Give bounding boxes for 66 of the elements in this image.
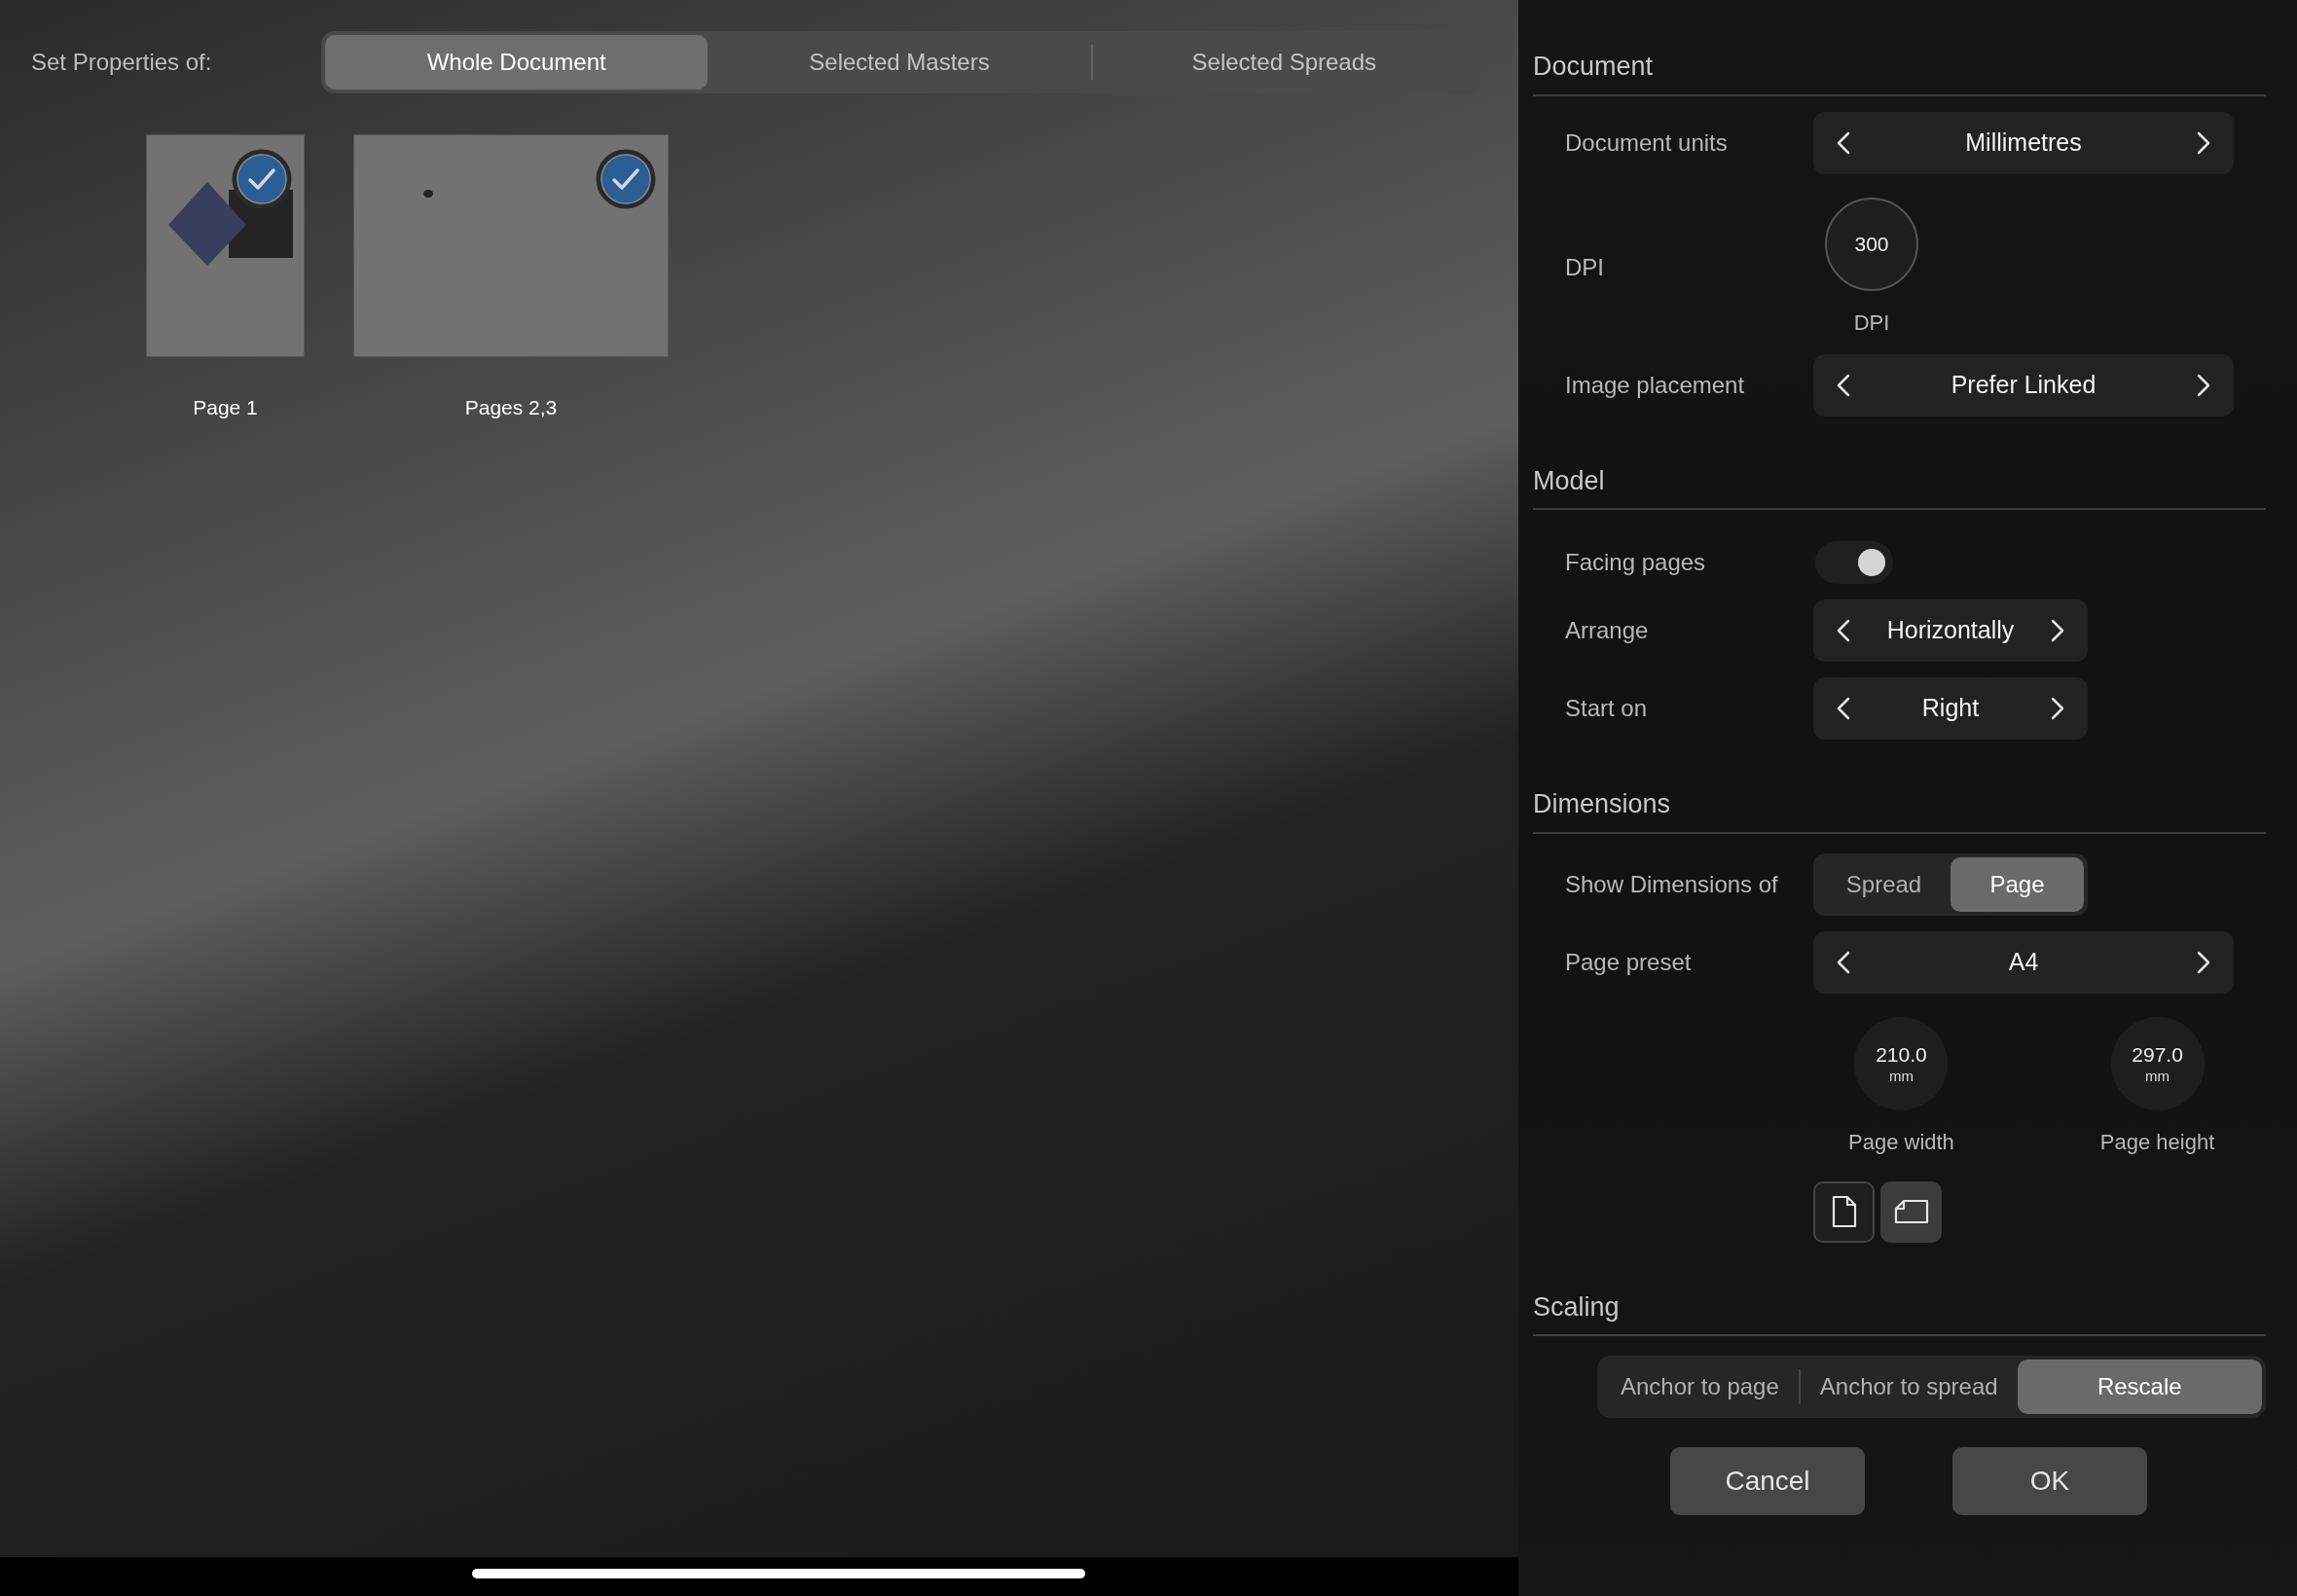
toggle-switch[interactable] <box>1815 541 1893 584</box>
segment-option[interactable]: Selected Masters <box>708 35 1091 90</box>
value-stepper[interactable]: Millimetres <box>1813 111 2234 174</box>
chevron-left-icon[interactable] <box>1837 130 1850 155</box>
properties-label: Set Properties of: <box>31 48 213 77</box>
row-label: Start on <box>1565 694 1649 723</box>
value-dial[interactable]: 210.0 mm <box>1854 1016 1949 1110</box>
dial-unit: mm <box>1888 1068 1914 1083</box>
chevron-right-icon[interactable] <box>2051 697 2064 720</box>
row-label: Facing pages <box>1565 548 1707 577</box>
chevron-right-icon[interactable] <box>2197 373 2210 397</box>
ok-button[interactable]: OK <box>1952 1447 2147 1515</box>
row-label: Arrange <box>1565 616 1650 645</box>
thumbnail-label: Pages 2,3 <box>464 395 558 420</box>
value-stepper[interactable]: Right <box>1813 677 2088 740</box>
dial-value: 297.0 <box>2132 1043 2183 1065</box>
dial-value: 210.0 <box>1876 1043 1927 1065</box>
page-thumbnail[interactable] <box>146 134 305 357</box>
dial-unit: mm <box>2145 1068 2170 1083</box>
segment-option[interactable]: Rescale <box>2017 1360 2262 1414</box>
section-heading: Dimensions <box>1533 789 1671 818</box>
dot-drawing <box>422 189 434 199</box>
chevron-right-icon[interactable] <box>2051 619 2064 642</box>
dial-caption: Page height <box>2099 1128 2215 1156</box>
value-stepper[interactable]: A4 <box>1813 930 2234 994</box>
chevron-left-icon[interactable] <box>1837 697 1850 720</box>
row-label: Page preset <box>1565 947 1693 977</box>
chevron-left-icon[interactable] <box>1837 619 1850 642</box>
row-label: DPI <box>1565 253 1605 282</box>
chevron-left-icon[interactable] <box>1837 950 1850 974</box>
value-stepper[interactable]: Horizontally <box>1813 599 2088 662</box>
segment-option[interactable]: Whole Document <box>325 35 709 90</box>
stepper-value: Right <box>1921 693 1980 724</box>
checkmark-badge-icon[interactable] <box>232 149 292 209</box>
checkmark-badge-icon[interactable] <box>596 149 656 209</box>
segment-option[interactable]: Selected Spreads <box>1092 35 1476 90</box>
landscape-page-icon <box>1893 1199 1929 1224</box>
segment-option[interactable]: Anchor to page <box>1601 1360 1799 1414</box>
segment-option[interactable]: Anchor to spread <box>1800 1360 2018 1414</box>
segment-option[interactable]: Spread <box>1817 856 1951 912</box>
dial-caption: DPI <box>1853 308 1890 337</box>
page-thumbnail[interactable] <box>353 134 669 357</box>
row-label: Document units <box>1565 127 1729 158</box>
dial-value: 300 <box>1854 234 1889 254</box>
value-stepper[interactable]: Prefer Linked <box>1813 353 2234 417</box>
landscape-button[interactable] <box>1880 1180 1942 1243</box>
value-dial[interactable]: 297.0 mm <box>2110 1016 2205 1110</box>
value-dial[interactable]: 300 <box>1825 197 1918 291</box>
chevron-right-icon[interactable] <box>2197 130 2210 155</box>
portrait-button[interactable] <box>1813 1180 1875 1243</box>
section-heading: Model <box>1533 465 1605 495</box>
portrait-page-icon <box>1831 1195 1857 1228</box>
dial-caption: Page width <box>1848 1128 1954 1156</box>
section-heading: Document <box>1533 52 1654 81</box>
chevron-left-icon[interactable] <box>1837 373 1850 397</box>
segment-option[interactable]: Page <box>1951 856 2084 912</box>
stepper-value: A4 <box>2008 946 2039 977</box>
row-label: Image placement <box>1565 370 1746 400</box>
section-heading: Scaling <box>1533 1291 1620 1322</box>
thumbnail-label: Page 1 <box>193 395 258 420</box>
stepper-value: Millimetres <box>1965 127 2082 158</box>
chevron-right-icon[interactable] <box>2197 950 2210 974</box>
row-label: Show Dimensions of <box>1565 869 1779 899</box>
cancel-button[interactable]: Cancel <box>1670 1447 1865 1515</box>
stepper-value: Horizontally <box>1886 615 2015 646</box>
stepper-value: Prefer Linked <box>1951 369 2096 400</box>
